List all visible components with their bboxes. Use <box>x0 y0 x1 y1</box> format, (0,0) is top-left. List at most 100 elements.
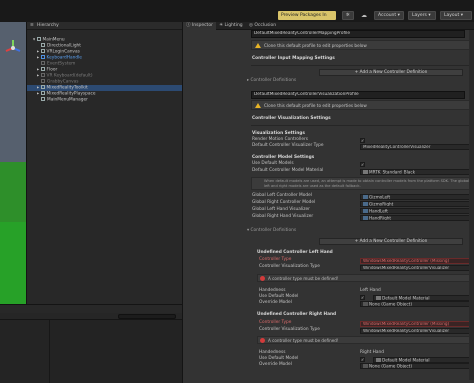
left-default-model-material-label: Default Model Material <box>382 295 430 301</box>
visualization-warning-box: Clone this default profile to edit prope… <box>251 100 473 110</box>
right-vis-type-dropdown[interactable]: WindowsMixedRealityControllerVisualizer <box>360 328 472 334</box>
global-left-hand-field[interactable]: HandLeft <box>360 208 472 214</box>
right-controller-type-dropdown[interactable]: WindowsMixedRealityController (Missing) <box>360 321 472 327</box>
warning-icon <box>255 43 261 48</box>
gameobject-icon <box>41 43 45 47</box>
right-override-model-label: Override Model <box>259 362 292 367</box>
layout-dropdown[interactable]: Layout ▾ <box>440 11 472 20</box>
default-model-material-field[interactable]: MRTK_Standard_Black <box>360 169 472 175</box>
gameobject-icon <box>41 61 45 65</box>
prefab-icon <box>40 73 45 77</box>
inspector-scrollbar[interactable] <box>469 30 474 380</box>
left-handedness-value: Left Hand <box>360 288 381 293</box>
scene-view[interactable] <box>0 22 26 304</box>
material-icon <box>363 170 368 174</box>
default-model-material-label: Default Controller Model Material <box>252 168 324 173</box>
left-hand-title: Undefined Controller Left Hand <box>257 250 333 255</box>
inspector-panel: ⓘ Inspector ☀ Lighting ◎ Occlusion Defau… <box>182 22 474 383</box>
global-right-hand-field[interactable]: HandRight <box>360 215 472 221</box>
right-handedness-value: Right Hand <box>360 350 384 355</box>
warning-icon <box>255 103 261 108</box>
model-info-text: When default models are used, an attempt… <box>264 179 470 188</box>
right-use-default-model-checkbox[interactable]: ✓ <box>360 357 365 362</box>
right-vis-type-label: Controller Visualization Type <box>259 327 320 332</box>
mapping-profile-field[interactable]: DefaultMixedRealityControllerMappingProf… <box>251 30 465 38</box>
global-left-model-value: GizmoLeft <box>369 194 391 200</box>
global-left-model-field[interactable]: GizmoLeft <box>360 194 472 200</box>
hierarchy-item-label: Floor <box>46 67 58 73</box>
right-hand-title: Undefined Controller Right Hand <box>257 312 337 317</box>
divider <box>251 125 473 126</box>
warning-text: Clone this default profile to edit prope… <box>264 43 367 48</box>
global-right-hand-value: HandRight <box>369 215 392 221</box>
hierarchy-item-label: MainMenu <box>42 37 65 43</box>
default-visualizer-type-dropdown[interactable]: MixedRealityControllerVisualizer <box>360 144 472 150</box>
use-default-models-checkbox[interactable]: ✓ <box>360 162 365 167</box>
project-search-input[interactable] <box>118 314 176 319</box>
cloud-icon[interactable]: ☁ <box>361 11 371 20</box>
prefab-icon <box>363 195 368 199</box>
layers-dropdown[interactable]: Layers ▾ <box>408 11 436 20</box>
left-error-box: A controller type must be defined! <box>257 274 472 282</box>
inspector-tab-bar: ⓘ Inspector ☀ Lighting ◎ Occlusion <box>183 22 474 30</box>
left-override-model-field[interactable]: None (Game Object) <box>360 301 472 307</box>
expand-arrow-icon[interactable]: ▸ <box>37 50 39 55</box>
left-use-default-model-checkbox[interactable]: ✓ <box>360 295 365 300</box>
scene-icon <box>36 37 41 41</box>
account-dropdown[interactable]: Account ▾ <box>374 11 404 20</box>
expand-arrow-icon[interactable]: ▸ <box>37 68 39 73</box>
left-vis-type-dropdown[interactable]: WindowsMixedRealityControllerVisualizer <box>360 265 472 271</box>
collab-button[interactable]: ✲ <box>342 11 354 20</box>
left-override-model-value: None (Game Object) <box>369 301 412 307</box>
hierarchy-tab[interactable]: Hierarchy <box>37 22 59 30</box>
tab-occlusion-label: Occlusion <box>254 23 277 28</box>
right-override-model-value: None (Game Object) <box>369 363 412 369</box>
model-info-box: When default models are used, an attempt… <box>251 177 473 190</box>
prefab-icon <box>363 202 368 206</box>
global-right-hand-label: Global Right Hand Visualizer <box>252 214 314 219</box>
controller-definitions-label: Controller Definitions <box>250 78 297 83</box>
left-controller-type-dropdown[interactable]: WindowsMixedRealityController (Missing) <box>360 258 472 264</box>
left-controller-type-label: Controller Type <box>259 257 292 262</box>
hierarchy-item-mainmenumanager[interactable]: MainMenuManager <box>27 97 183 103</box>
expand-arrow-icon[interactable]: ▸ <box>37 56 39 61</box>
hierarchy-item-label: GrabbyCanvas <box>47 79 79 85</box>
scene-gizmo-icon[interactable] <box>4 38 22 58</box>
input-mapping-title: Controller Input Mapping Settings <box>252 56 335 61</box>
right-default-model-material-label: Default Model Material <box>382 357 430 363</box>
expand-arrow-icon[interactable]: ▾ <box>33 38 35 43</box>
left-vis-type-label: Controller Visualization Type <box>259 264 320 269</box>
expand-arrow-icon[interactable]: ▸ <box>37 86 39 91</box>
error-icon <box>260 338 265 343</box>
hierarchy-item-label: VR Keyboard(default) <box>46 73 93 79</box>
gameobject-icon <box>363 364 368 368</box>
controller-definitions-foldout-expanded[interactable]: ▾ Controller Definitions <box>247 228 296 234</box>
preview-packages-button[interactable]: Preview Packages In Use ▾ <box>278 11 336 27</box>
gameobject-icon <box>41 97 45 101</box>
visualization-profile-field[interactable]: DefaultMixedRealityControllerVisualizati… <box>251 91 465 99</box>
project-folder-tree[interactable] <box>0 320 50 383</box>
tab-lighting[interactable]: ☀ Lighting <box>216 22 246 30</box>
tab-inspector[interactable]: ⓘ Inspector <box>183 22 216 30</box>
gameobject-icon <box>40 49 45 53</box>
hierarchy-item-label: MainMenuManager <box>47 97 88 103</box>
gameobject-icon <box>363 302 368 306</box>
expand-arrow-icon[interactable]: ▸ <box>37 74 39 79</box>
render-motion-checkbox[interactable]: ✓ <box>360 138 365 143</box>
expand-arrow-icon[interactable]: ▸ <box>37 92 39 97</box>
gameobject-icon <box>40 91 45 95</box>
prefab-icon <box>363 216 368 220</box>
add-controller-definition-button-2[interactable]: + Add a New Controller Definition <box>319 238 463 245</box>
gameobject-icon <box>40 85 45 89</box>
tab-occlusion[interactable]: ◎ Occlusion <box>246 22 279 30</box>
mapping-warning-box: Clone this default profile to edit prope… <box>251 40 473 50</box>
right-override-model-field[interactable]: None (Game Object) <box>360 363 472 369</box>
right-error-box: A controller type must be defined! <box>257 336 472 344</box>
default-model-material-value: MRTK_Standard_Black <box>369 169 416 175</box>
gameobject-icon <box>41 79 45 83</box>
global-right-model-field[interactable]: GizmoRight <box>360 201 472 207</box>
add-controller-definition-button[interactable]: + Add a New Controller Definition <box>319 69 463 76</box>
controller-definitions-foldout[interactable]: ▸ Controller Definitions <box>247 78 296 84</box>
controller-definitions-label: Controller Definitions <box>250 228 297 233</box>
prefab-icon <box>40 55 45 59</box>
